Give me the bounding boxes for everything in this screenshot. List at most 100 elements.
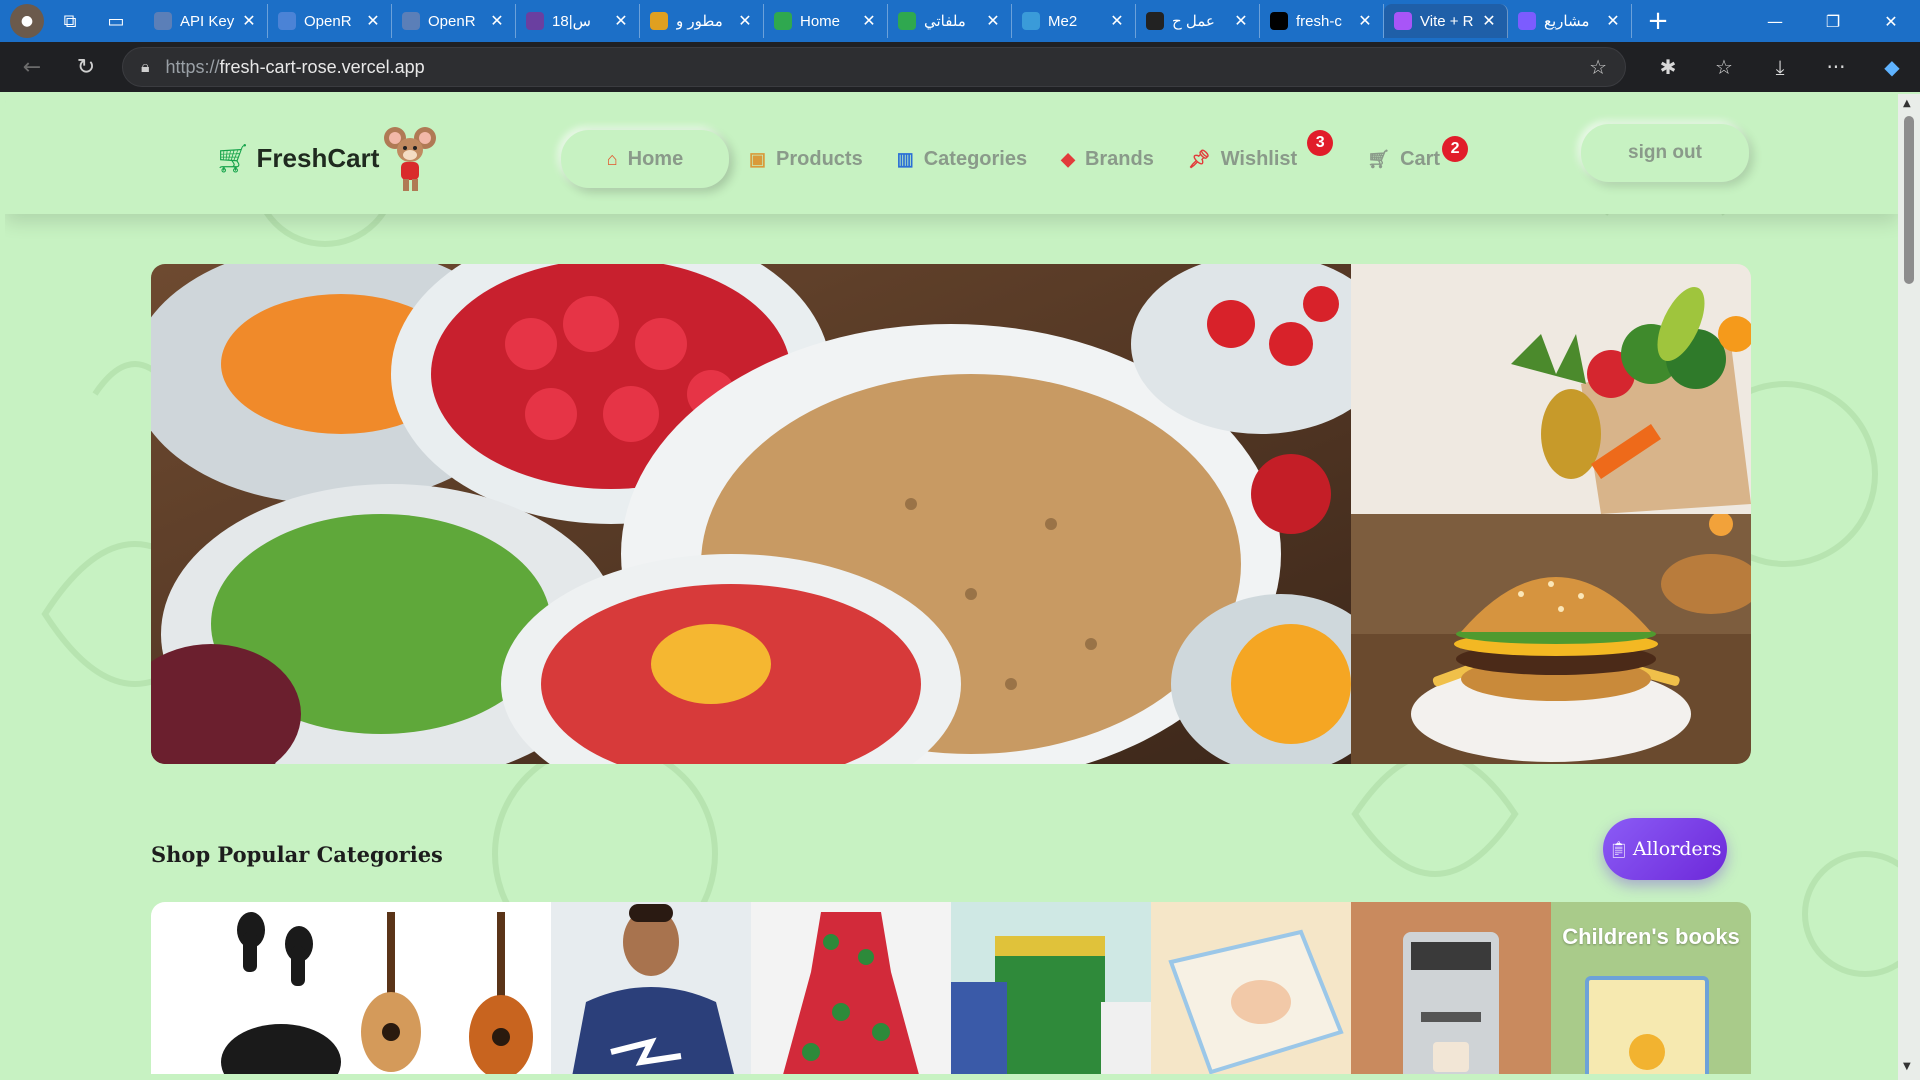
- nav-products[interactable]: ▣ Products: [749, 148, 863, 171]
- cart-count-badge: 2: [1442, 135, 1469, 162]
- browser-tab[interactable]: ملفاتي ✕: [888, 4, 1012, 38]
- mouse-mascot-icon: [384, 127, 436, 191]
- sign-out-button[interactable]: sign out: [1581, 124, 1749, 182]
- scroll-down-icon[interactable]: ▼: [1903, 1061, 1911, 1072]
- hero-banner: [151, 264, 1751, 764]
- downloads-icon[interactable]: ⤓: [1752, 47, 1808, 87]
- category-card-coffee-machine[interactable]: [1351, 902, 1551, 1074]
- url-text: https://fresh-cart-rose.vercel.app: [165, 56, 425, 77]
- close-tab-icon[interactable]: ✕: [1233, 11, 1249, 31]
- tab-strip: API Key ✕ OpenR ✕ OpenR ✕ س|18 ✕ مطور و ✕ Home ✕ ملف…: [144, 0, 1632, 42]
- close-tab-icon[interactable]: ✕: [985, 11, 1001, 31]
- close-tab-icon[interactable]: ✕: [1605, 11, 1621, 31]
- chatgpt-icon: [1146, 12, 1164, 30]
- close-tab-icon[interactable]: ✕: [1109, 11, 1125, 31]
- restore-button[interactable]: ❐: [1804, 0, 1862, 42]
- category-card-books[interactable]: Children's books: [1551, 902, 1751, 1074]
- categories-strip: Children's books: [151, 902, 1751, 1074]
- tab-title: Home: [800, 12, 841, 30]
- hero-burger-image[interactable]: [1351, 514, 1751, 764]
- workspaces-icon[interactable]: ⧉: [50, 4, 90, 38]
- extensions-icon[interactable]: ✱: [1640, 47, 1696, 87]
- tag-icon: ◆: [1061, 148, 1075, 169]
- close-tab-icon[interactable]: ✕: [1481, 11, 1497, 31]
- tab-title: OpenR: [428, 12, 476, 30]
- nav-wishlist[interactable]: 📌︎ Wishlist 3: [1188, 129, 1334, 171]
- nav-brands-label: Brands: [1084, 147, 1154, 170]
- books-icon: ▥: [896, 148, 914, 169]
- coffee-machine-image: [1403, 932, 1499, 1074]
- back-button[interactable]: ←: [10, 47, 54, 87]
- favorites-icon[interactable]: ☆: [1696, 47, 1752, 87]
- cart-icon: 🛒︎: [1367, 148, 1391, 169]
- browser-tab[interactable]: عمل ح ✕: [1136, 4, 1260, 38]
- category-card-hoodie[interactable]: [551, 902, 751, 1074]
- category-card-supermarket[interactable]: [951, 902, 1151, 1074]
- nav-home[interactable]: ⌂ Home: [561, 130, 729, 188]
- category-card-earbuds[interactable]: [151, 902, 351, 1074]
- nav-wishlist-label: Wishlist: [1220, 147, 1298, 170]
- tab-title: fresh-c: [1296, 12, 1342, 30]
- allorders-button[interactable]: 📋︎ Allorders: [1603, 818, 1727, 880]
- profile-avatar[interactable]: ●: [10, 4, 44, 38]
- window-controls: — ❐ ✕: [1746, 0, 1920, 42]
- category-card-baby-diapers[interactable]: [1151, 902, 1351, 1074]
- close-tab-icon[interactable]: ✕: [489, 11, 505, 31]
- tab-title: API Key: [180, 12, 235, 30]
- browser-tab[interactable]: OpenR ✕: [392, 4, 516, 38]
- browser-tab[interactable]: Vite + R ✕: [1384, 4, 1508, 38]
- browser-tab[interactable]: OpenR ✕: [268, 4, 392, 38]
- brand-logo[interactable]: 🛒︎ FreshCart: [215, 142, 379, 175]
- reload-button[interactable]: ↻: [64, 47, 108, 87]
- brand-name: FreshCart: [256, 143, 380, 173]
- scroll-up-icon[interactable]: ▲: [1903, 98, 1911, 109]
- nav-categories-label: Categories: [923, 147, 1028, 170]
- page-scrollbar[interactable]: ▲ ▼: [1898, 94, 1920, 1080]
- badge-5-icon: [650, 12, 668, 30]
- tab-title: Vite + R: [1420, 12, 1474, 30]
- browser-tab[interactable]: fresh-c ✕: [1260, 4, 1384, 38]
- nav-brands[interactable]: ◆ Brands: [1061, 148, 1154, 171]
- close-tab-icon[interactable]: ✕: [737, 11, 753, 31]
- hero-main-food-image[interactable]: [151, 264, 1351, 764]
- category-card-dress[interactable]: [751, 902, 951, 1074]
- close-tab-icon[interactable]: ✕: [365, 11, 381, 31]
- dress-image: [783, 912, 919, 1074]
- drive-icon: [774, 12, 792, 30]
- browser-tab[interactable]: س|18 ✕: [516, 4, 640, 38]
- scrollbar-thumb[interactable]: [1904, 116, 1914, 284]
- address-bar-row: ← ↻ 🔒︎ https://fresh-cart-rose.vercel.ap…: [0, 42, 1920, 92]
- nav-categories[interactable]: ▥ Categories: [897, 148, 1027, 171]
- browser-tab[interactable]: مطور و ✕: [640, 4, 764, 38]
- favorite-star-icon[interactable]: ☆: [1589, 55, 1607, 79]
- api-icon: [154, 12, 172, 30]
- hero-grocery-bag-image[interactable]: [1351, 264, 1751, 514]
- nav-cart[interactable]: 🛒︎ Cart 2: [1367, 135, 1469, 171]
- tab-title: مطور و: [676, 13, 723, 30]
- close-tab-icon[interactable]: ✕: [1357, 11, 1373, 31]
- url-field[interactable]: 🔒︎ https://fresh-cart-rose.vercel.app ☆: [122, 47, 1626, 87]
- browser-tab[interactable]: API Key ✕: [144, 4, 268, 38]
- tab-actions-icon[interactable]: ▭: [96, 4, 136, 38]
- site-navbar: 🛒︎ FreshCart ⌂ Home ▣ Products ▥ Categor…: [5, 94, 1898, 214]
- nav-products-label: Products: [776, 147, 863, 170]
- browser-tab[interactable]: مشاريع ✕: [1508, 4, 1632, 38]
- more-menu-icon[interactable]: ···: [1808, 47, 1864, 87]
- lock-icon[interactable]: 🔒︎: [141, 57, 150, 77]
- new-tab-button[interactable]: +: [1638, 4, 1678, 38]
- category-label-books: Children's books: [1562, 924, 1740, 949]
- copilot-icon[interactable]: ◆: [1864, 47, 1920, 87]
- browser-tab[interactable]: Me2 ✕: [1012, 4, 1136, 38]
- browser-tab[interactable]: Home ✕: [764, 4, 888, 38]
- minimize-button[interactable]: —: [1746, 0, 1804, 42]
- close-tab-icon[interactable]: ✕: [241, 11, 257, 31]
- page-viewport: 🛒︎ FreshCart ⌂ Home ▣ Products ▥ Categor…: [5, 94, 1898, 1074]
- main-nav: ⌂ Home ▣ Products ▥ Categories ◆ Brands …: [561, 129, 1474, 188]
- tab-title: مشاريع: [1544, 13, 1590, 30]
- tab-title: عمل ح: [1172, 13, 1215, 30]
- close-tab-icon[interactable]: ✕: [613, 11, 629, 31]
- close-window-button[interactable]: ✕: [1862, 0, 1920, 42]
- category-card-guitars[interactable]: [351, 902, 551, 1074]
- close-tab-icon[interactable]: ✕: [861, 11, 877, 31]
- drive-icon: [898, 12, 916, 30]
